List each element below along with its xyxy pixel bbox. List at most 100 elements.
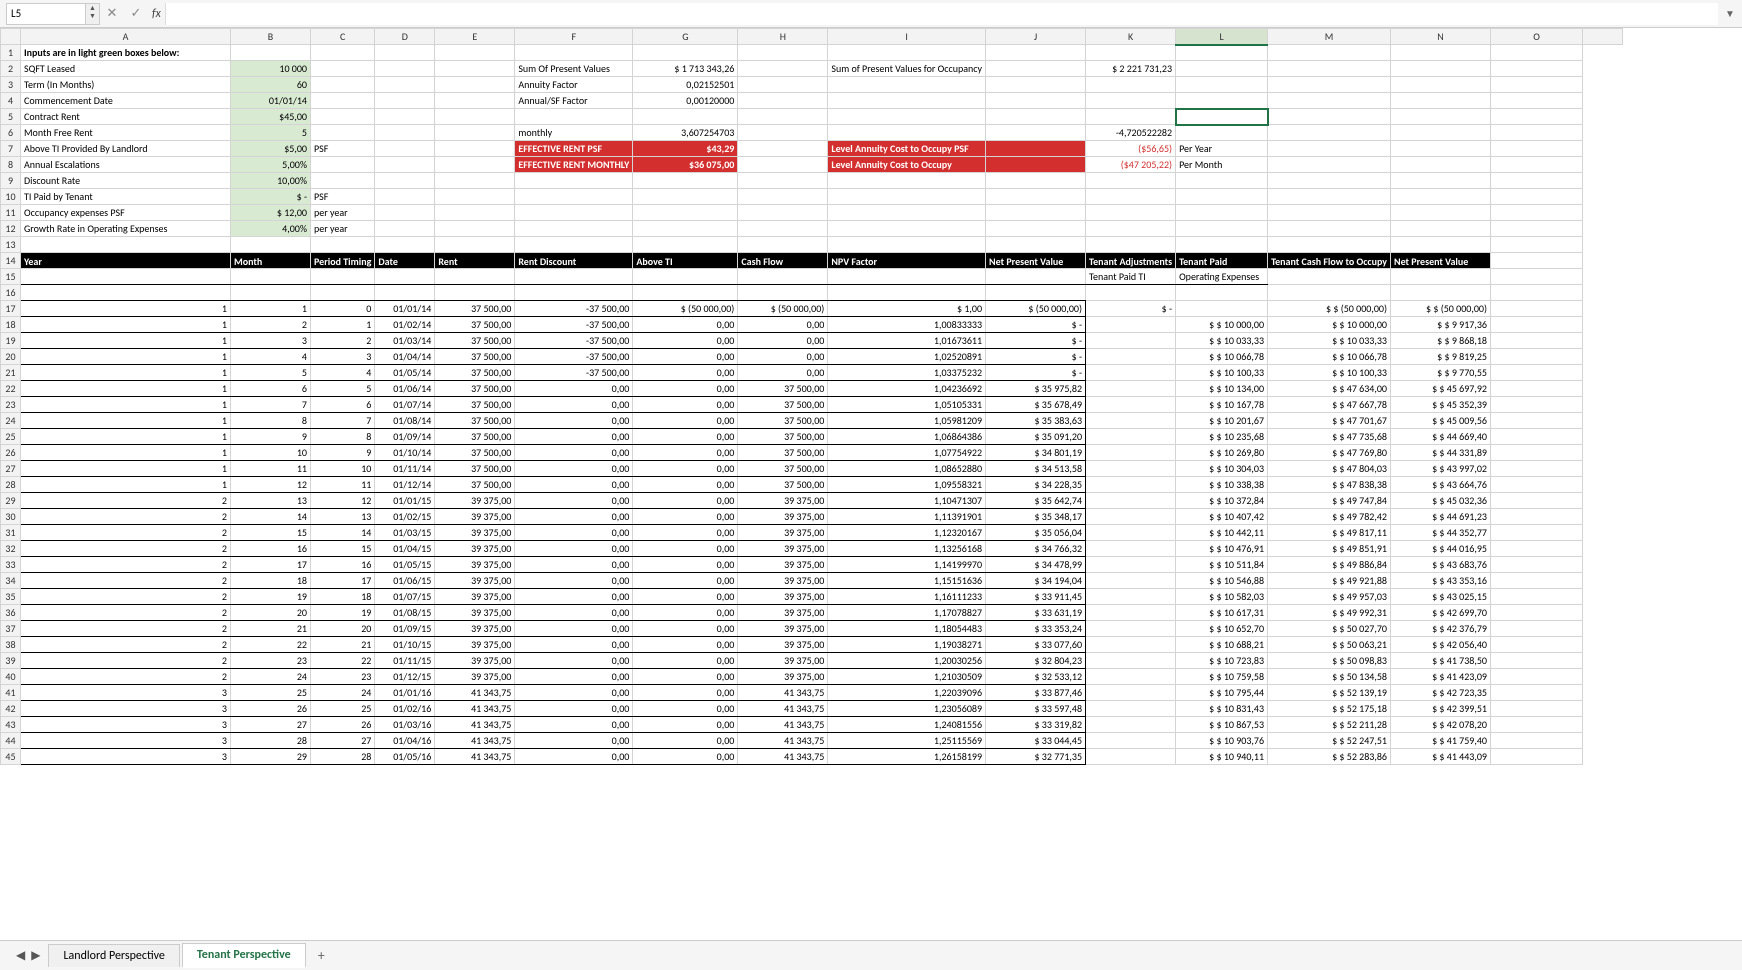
cell-I24: 1,05981209 (828, 413, 986, 429)
cancel-icon[interactable]: ✕ (100, 6, 124, 21)
row-header-8[interactable]: 8 (1, 157, 21, 173)
col-header-F[interactable]: F (515, 29, 633, 45)
cell-B6[interactable]: 5 (231, 125, 311, 141)
cell-L5[interactable] (1176, 109, 1268, 125)
col-header-N[interactable]: N (1391, 29, 1491, 45)
col-header-L[interactable]: L (1176, 29, 1268, 45)
row-header-28[interactable]: 28 (1, 477, 21, 493)
row-header-7[interactable]: 7 (1, 141, 21, 157)
add-sheet-button[interactable]: + (308, 943, 335, 968)
row-header-38[interactable]: 38 (1, 637, 21, 653)
col-header-A[interactable]: A (21, 29, 231, 45)
cell-F41: 0,00 (515, 685, 633, 701)
row-header-9[interactable]: 9 (1, 173, 21, 189)
cell-A15 (21, 269, 231, 285)
row-header-11[interactable]: 11 (1, 205, 21, 221)
row-header-41[interactable]: 41 (1, 685, 21, 701)
cell-B11[interactable]: $ 12,00 (231, 205, 311, 221)
row-header-42[interactable]: 42 (1, 701, 21, 717)
row-header-10[interactable]: 10 (1, 189, 21, 205)
cell-B2[interactable]: 10 000 (231, 61, 311, 77)
row-header-16[interactable]: 16 (1, 285, 21, 301)
formula-input[interactable] (165, 3, 1718, 25)
row-header-44[interactable]: 44 (1, 733, 21, 749)
row-header-40[interactable]: 40 (1, 669, 21, 685)
row-header-13[interactable]: 13 (1, 237, 21, 253)
cell-B5[interactable]: $45,00 (231, 109, 311, 125)
row-header-27[interactable]: 27 (1, 461, 21, 477)
cell-B8[interactable]: 5,00% (231, 157, 311, 173)
row-header-36[interactable]: 36 (1, 605, 21, 621)
col-header-C[interactable]: C (311, 29, 375, 45)
row-header-39[interactable]: 39 (1, 653, 21, 669)
row-header-2[interactable]: 2 (1, 61, 21, 77)
cell-B12[interactable]: 4,00% (231, 221, 311, 237)
cell-B10[interactable]: $ - (231, 189, 311, 205)
cell-B9[interactable]: 10,00% (231, 173, 311, 189)
col-header-B[interactable]: B (231, 29, 311, 45)
col-header-D[interactable]: D (375, 29, 435, 45)
row-header-45[interactable]: 45 (1, 749, 21, 765)
row-header-5[interactable]: 5 (1, 109, 21, 125)
cell-L10 (1176, 189, 1268, 205)
cell-M39: $ $ 50 098,83 (1268, 653, 1391, 669)
row-header-24[interactable]: 24 (1, 413, 21, 429)
col-header-G[interactable]: G (633, 29, 738, 45)
row-header-3[interactable]: 3 (1, 77, 21, 93)
formula-expand-icon[interactable]: ▼ (1718, 7, 1742, 20)
cell-B4[interactable]: 01/01/14 (231, 93, 311, 109)
name-box[interactable]: L5 (6, 3, 86, 25)
sheet-tab-tenant[interactable]: Tenant Perspective (182, 943, 306, 968)
cell-A16 (21, 285, 231, 301)
row-header-18[interactable]: 18 (1, 317, 21, 333)
row-header-32[interactable]: 32 (1, 541, 21, 557)
col-header-K[interactable]: K (1086, 29, 1176, 45)
row-header-1[interactable]: 1 (1, 45, 21, 61)
row-header-29[interactable]: 29 (1, 493, 21, 509)
row-header-37[interactable]: 37 (1, 621, 21, 637)
cell-L30: $ $ 10 407,42 (1176, 509, 1268, 525)
cell-H32: 39 375,00 (738, 541, 828, 557)
row-header-6[interactable]: 6 (1, 125, 21, 141)
row-header-19[interactable]: 19 (1, 333, 21, 349)
cell-B1[interactable] (231, 45, 311, 61)
sheet-tab-landlord[interactable]: Landlord Perspective (48, 944, 179, 967)
row-header-4[interactable]: 4 (1, 93, 21, 109)
cell-A42: 3 (21, 701, 231, 717)
cell-B18: 2 (231, 317, 311, 333)
row-header-25[interactable]: 25 (1, 429, 21, 445)
row-header-21[interactable]: 21 (1, 365, 21, 381)
row-header-17[interactable]: 17 (1, 301, 21, 317)
cell-B7[interactable]: $5,00 (231, 141, 311, 157)
spreadsheet-grid[interactable]: ABCDEFGHIJKLMNO1Inputs are in light gree… (0, 28, 1742, 940)
col-header-H[interactable]: H (738, 29, 828, 45)
row-header-22[interactable]: 22 (1, 381, 21, 397)
row-header-15[interactable]: 15 (1, 269, 21, 285)
cell-N31: $ $ 44 352,77 (1391, 525, 1491, 541)
col-header-J[interactable]: J (986, 29, 1086, 45)
row-header-14[interactable]: 14 (1, 253, 21, 269)
row-header-34[interactable]: 34 (1, 573, 21, 589)
row-header-43[interactable]: 43 (1, 717, 21, 733)
row-header-12[interactable]: 12 (1, 221, 21, 237)
row-header-26[interactable]: 26 (1, 445, 21, 461)
row-header-30[interactable]: 30 (1, 509, 21, 525)
confirm-icon[interactable]: ✓ (124, 6, 148, 21)
row-header-20[interactable]: 20 (1, 349, 21, 365)
row-header-23[interactable]: 23 (1, 397, 21, 413)
col-header-I[interactable]: I (828, 29, 986, 45)
sheet-nav-prev-icon[interactable]: ◀ (16, 948, 25, 963)
cell-F33: 0,00 (515, 557, 633, 573)
cell-N32: $ $ 44 016,95 (1391, 541, 1491, 557)
row-header-35[interactable]: 35 (1, 589, 21, 605)
row-header-33[interactable]: 33 (1, 557, 21, 573)
name-box-stepper[interactable]: ▲▼ (86, 3, 100, 25)
cell-I37: 1,18054483 (828, 621, 986, 637)
cell-B3[interactable]: 60 (231, 77, 311, 93)
col-header-M[interactable]: M (1268, 29, 1391, 45)
col-header-E[interactable]: E (435, 29, 515, 45)
select-all-corner[interactable] (1, 29, 21, 45)
sheet-nav-next-icon[interactable]: ▶ (31, 948, 40, 963)
col-header-O[interactable]: O (1491, 29, 1583, 45)
row-header-31[interactable]: 31 (1, 525, 21, 541)
